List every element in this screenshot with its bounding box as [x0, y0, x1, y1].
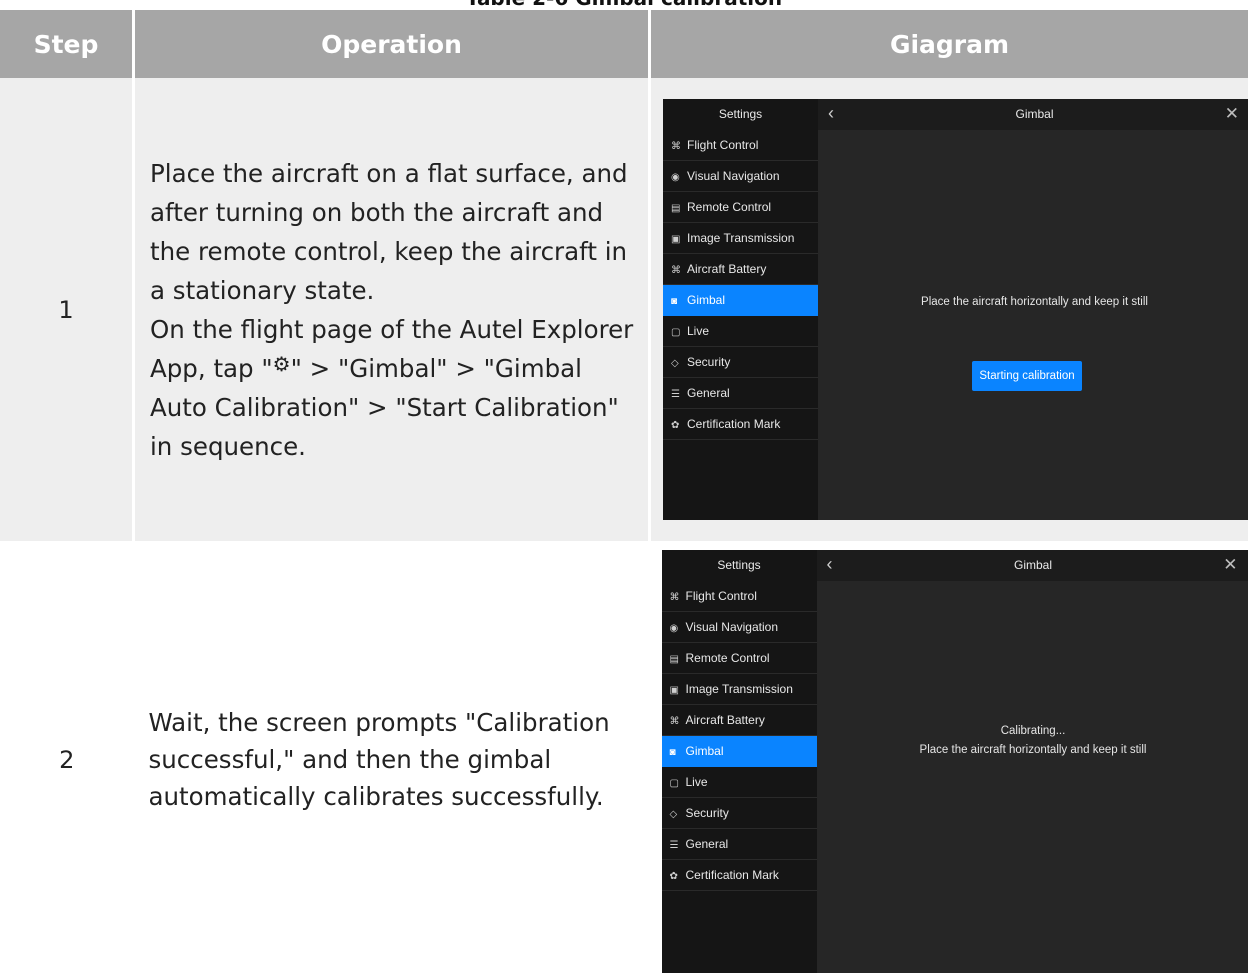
calibrating-status: Calibrating...: [1000, 724, 1066, 737]
eye-icon: ◉: [669, 622, 679, 634]
certificate-icon: ✿: [669, 870, 678, 882]
gimbal-panel: ‹ Gimbal ✕ Calibrating... Place the airc…: [816, 549, 1248, 973]
calibration-instruction: Place the aircraft horizontally and keep…: [919, 743, 1147, 756]
sidebar-item-label: Aircraft Battery: [685, 712, 765, 727]
sidebar-item-aircraft-battery[interactable]: ⌘ Aircraft Battery: [663, 254, 818, 285]
panel-topbar: ‹ Gimbal ✕: [816, 549, 1248, 581]
gimbal-panel: ‹ Gimbal ✕ Place the aircraft horizontal…: [818, 99, 1248, 520]
header-step: Step: [0, 10, 135, 78]
sidebar-item-label: Flight Control: [687, 138, 759, 152]
live-icon: ▢: [671, 327, 681, 338]
sidebar-item-remote-control[interactable]: ▤ Remote Control: [661, 643, 817, 674]
settings-menu: ⌘ Flight Control ◉ Visual Navigation ▤ Remote…: [663, 130, 818, 440]
sidebar-item-label: Gimbal: [687, 293, 726, 307]
remote-controller-icon: ▤: [671, 203, 681, 214]
sliders-icon: ☰: [671, 389, 680, 400]
sidebar-item-label: Image Transmission: [685, 681, 793, 696]
settings-sidebar: Settings ⌘ Flight Control ◉ Visual Navigati…: [663, 99, 818, 520]
diagram-cell: Settings ⌘ Flight Control ◉ Visual Navigati…: [649, 78, 1248, 541]
sidebar-item-label: Certification Mark: [687, 417, 781, 431]
panel-title: Gimbal: [1015, 107, 1054, 121]
table-row: 2 Wait, the screen prompts "Calibration …: [0, 541, 1248, 978]
gimbal-camera-icon: ◙: [671, 296, 678, 307]
sidebar-item-general[interactable]: ☰ General: [663, 378, 818, 409]
app-screenshot: Settings ⌘ Flight Control ◉ Visual Navigati…: [663, 99, 1248, 520]
sidebar-item-label: Image Transmission: [687, 231, 795, 245]
sidebar-item-gimbal[interactable]: ◙ Gimbal: [661, 735, 817, 767]
battery-icon: ⌘: [669, 715, 680, 727]
sidebar-item-security[interactable]: ◇ Security: [661, 798, 817, 829]
shield-icon: ◇: [671, 358, 679, 369]
sidebar-item-security[interactable]: ◇ Security: [663, 347, 818, 378]
sidebar-title: Settings: [718, 107, 763, 121]
sidebar-item-gimbal[interactable]: ◙ Gimbal: [663, 285, 818, 316]
step-number: 2: [0, 541, 134, 978]
sidebar-item-visual-navigation[interactable]: ◉ Visual Navigation: [663, 161, 818, 192]
app-screenshot: Settings ⌘ Flight Control ◉ Visual Navigati…: [661, 549, 1248, 973]
remote-controller-icon: ▤: [669, 653, 679, 665]
sidebar-item-certification-mark[interactable]: ✿ Certification Mark: [663, 409, 818, 440]
sidebar-item-label: Visual Navigation: [685, 619, 779, 634]
sidebar-item-flight-control[interactable]: ⌘ Flight Control: [663, 130, 818, 161]
calibration-instruction: Place the aircraft horizontally and keep…: [921, 296, 1148, 308]
panel-topbar: ‹ Gimbal ✕: [818, 99, 1248, 130]
live-icon: ▢: [669, 777, 679, 789]
sidebar-item-label: General: [687, 386, 730, 400]
sidebar-item-label: Certification Mark: [685, 867, 779, 882]
start-calibration-button[interactable]: Starting calibration: [972, 361, 1082, 391]
header-diagram: Giagram: [649, 10, 1248, 78]
step-number: 1: [0, 78, 135, 541]
sidebar-item-label: Visual Navigation: [687, 169, 780, 183]
sidebar-item-label: Remote Control: [685, 650, 770, 665]
sidebar-item-label: Aircraft Battery: [687, 262, 767, 276]
header-operation: Operation: [133, 10, 651, 78]
sidebar-item-remote-control[interactable]: ▤ Remote Control: [663, 192, 818, 223]
close-icon[interactable]: ✕: [1223, 550, 1237, 580]
settings-sidebar: Settings ⌘ Flight Control ◉ Visual Navigati…: [661, 549, 817, 973]
shield-icon: ◇: [669, 808, 678, 820]
sidebar-item-flight-control[interactable]: ⌘ Flight Control: [661, 581, 817, 612]
sidebar-item-label: Remote Control: [687, 200, 772, 214]
sidebar-item-label: General: [685, 836, 729, 851]
table-header-row: Step Operation Giagram: [0, 10, 1248, 78]
diagram-cell: Settings ⌘ Flight Control ◉ Visual Navigati…: [649, 541, 1248, 978]
sidebar-item-aircraft-battery[interactable]: ⌘ Aircraft Battery: [661, 705, 817, 736]
sidebar-item-label: Flight Control: [685, 588, 757, 603]
operation-text-part1: Place the aircraft on a flat surface, an…: [150, 158, 628, 305]
operation-text: Place the aircraft on a flat surface, an…: [133, 78, 651, 541]
sidebar-item-image-transmission[interactable]: ▣ Image Transmission: [661, 674, 817, 705]
gimbal-calibration-table: Step Operation Giagram 1 Place the aircr…: [0, 10, 1248, 978]
sidebar-item-image-transmission[interactable]: ▣ Image Transmission: [663, 223, 818, 254]
image-transmission-icon: ▣: [669, 684, 679, 696]
sidebar-item-label: Live: [687, 324, 710, 338]
battery-icon: ⌘: [671, 265, 681, 276]
gimbal-camera-icon: ◙: [669, 746, 676, 758]
gear-icon: ⚙: [272, 351, 291, 376]
sliders-icon: ☰: [669, 839, 679, 851]
settings-menu: ⌘ Flight Control ◉ Visual Navigation ▤ Remote…: [661, 581, 817, 891]
drone-icon: ⌘: [669, 591, 680, 603]
sidebar-item-visual-navigation[interactable]: ◉ Visual Navigation: [661, 612, 817, 643]
close-icon[interactable]: ✕: [1225, 99, 1239, 129]
sidebar-item-label: Live: [685, 774, 708, 789]
sidebar-item-certification-mark[interactable]: ✿ Certification Mark: [661, 860, 817, 891]
eye-icon: ◉: [671, 172, 680, 183]
sidebar-item-general[interactable]: ☰ General: [661, 829, 817, 860]
table-caption: Table 2-6 Gimbal calibration: [0, 0, 1248, 10]
drone-icon: ⌘: [671, 141, 681, 152]
operation-text: Wait, the screen prompts "Calibration su…: [133, 541, 650, 978]
image-transmission-icon: ▣: [671, 234, 681, 245]
sidebar-item-label: Gimbal: [685, 743, 724, 758]
sidebar-item-label: Security: [687, 355, 731, 369]
certificate-icon: ✿: [671, 420, 680, 431]
sidebar-item-label: Security: [685, 805, 729, 820]
sidebar-item-live[interactable]: ▢ Live: [663, 316, 818, 347]
table-row: 1 Place the aircraft on a flat surface, …: [0, 78, 1248, 541]
sidebar-item-live[interactable]: ▢ Live: [661, 767, 817, 798]
panel-title: Gimbal: [1013, 557, 1052, 572]
sidebar-title: Settings: [717, 557, 761, 572]
